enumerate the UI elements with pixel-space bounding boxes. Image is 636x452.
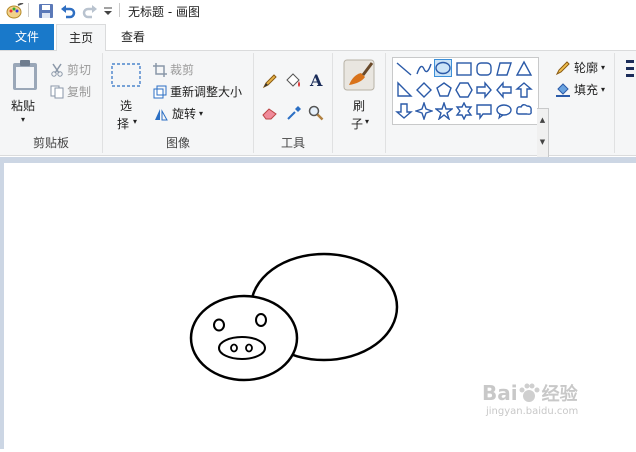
crop-icon: [153, 62, 167, 77]
paste-dropdown-icon[interactable]: ▾: [21, 115, 25, 124]
paste-button[interactable]: 粘贴 ▾: [6, 57, 44, 129]
paint-app-icon[interactable]: [6, 3, 24, 19]
fill-icon: [556, 82, 570, 97]
cut-button[interactable]: 剪切: [50, 61, 91, 78]
text-tool-glyph: A: [309, 72, 323, 88]
rotate-dropdown-icon[interactable]: ▾: [199, 109, 203, 118]
shape-cloud-callout-icon[interactable]: [515, 102, 533, 120]
title-bar: 无标题 - 画图: [0, 0, 636, 22]
size-icon[interactable]: [626, 57, 634, 83]
undo-icon[interactable]: [60, 3, 76, 19]
shape-rectangle-icon[interactable]: [455, 60, 473, 78]
tools-group-label: 工具: [280, 136, 305, 150]
selection-rect-icon: [111, 63, 141, 87]
shape-oval-icon[interactable]: [434, 59, 452, 77]
brushes-label-2: 子: [351, 117, 364, 131]
shape-oval-callout-icon[interactable]: [495, 102, 513, 120]
fill-dropdown-icon[interactable]: ▾: [601, 85, 605, 94]
shapes-scroll-up-icon[interactable]: ▲: [537, 109, 548, 131]
resize-button[interactable]: 重新调整大小: [153, 83, 242, 100]
watermark-brand: Bai: [482, 381, 518, 405]
scissors-icon: [51, 63, 63, 77]
clipboard-group-label: 剪贴板: [32, 136, 69, 150]
color-picker-icon[interactable]: [286, 105, 302, 121]
shape-up-arrow-icon[interactable]: [515, 81, 533, 99]
cut-label: 剪切: [67, 63, 92, 77]
tab-home[interactable]: 主页: [56, 24, 106, 51]
outline-label: 轮廓: [574, 61, 599, 75]
shapes-gallery: [392, 57, 539, 125]
ribbon-tabs: 文件 主页 查看: [0, 24, 636, 51]
baidu-watermark: Bai 经验 jingyan.baidu.com: [482, 380, 578, 417]
fill-button[interactable]: 填充 ▾: [555, 81, 605, 98]
shapes-scroll-down-icon[interactable]: ▼: [537, 131, 548, 153]
shape-rect-callout-icon[interactable]: [475, 102, 493, 120]
text-tool-icon[interactable]: A: [308, 72, 324, 88]
ribbon: 粘贴 ▾ 剪切 复制 剪贴板 选 择 ▾ 裁剪 重新调整大小 旋转 ▾ 图像 A…: [0, 51, 636, 205]
shape-hexagon-icon[interactable]: [455, 81, 473, 99]
shape-diamond-icon[interactable]: [415, 81, 433, 99]
shape-triangle-icon[interactable]: [515, 60, 533, 78]
select-button[interactable]: 选 择 ▾: [109, 59, 143, 131]
rotate-label: 旋转: [172, 107, 197, 121]
shape-curve-icon[interactable]: [415, 60, 433, 78]
shape-rounded-rectangle-icon[interactable]: [475, 60, 493, 78]
shape-line-icon[interactable]: [395, 60, 413, 78]
select-dropdown-icon[interactable]: ▾: [133, 117, 137, 126]
redo-icon[interactable]: [82, 3, 98, 19]
shape-right-arrow-icon[interactable]: [475, 81, 493, 99]
save-icon[interactable]: [38, 3, 54, 19]
magnifier-icon[interactable]: [308, 105, 324, 121]
group-image: 选 择 ▾ 裁剪 重新调整大小 旋转 ▾ 图像: [103, 53, 254, 153]
shape-four-point-star-icon[interactable]: [415, 102, 433, 120]
group-clipboard: 粘贴 ▾ 剪切 复制 剪贴板: [0, 53, 103, 153]
outline-pen-icon: [555, 60, 570, 75]
group-brushes: 刷 子 ▾: [333, 53, 386, 153]
rotate-icon: [155, 108, 168, 120]
crop-label: 裁剪: [170, 63, 195, 77]
watermark-url: jingyan.baidu.com: [486, 406, 579, 417]
tab-file[interactable]: 文件: [0, 24, 54, 50]
shape-pentagon-icon[interactable]: [435, 81, 453, 99]
crop-button[interactable]: 裁剪: [153, 61, 194, 78]
rotate-button[interactable]: 旋转 ▾: [153, 105, 203, 122]
shape-polygon-icon[interactable]: [495, 60, 513, 78]
qa-separator-2: [119, 3, 120, 17]
watermark-brand-2: 经验: [541, 384, 578, 405]
shape-right-triangle-icon[interactable]: [395, 81, 413, 99]
tab-view[interactable]: 查看: [112, 24, 154, 50]
window-title: 无标题 - 画图: [128, 5, 200, 19]
fill-label: 填充: [574, 83, 599, 97]
eraser-icon[interactable]: [262, 105, 278, 121]
customize-toolbar-icon[interactable]: [103, 3, 113, 19]
copy-button[interactable]: 复制: [50, 83, 91, 100]
fill-bucket-icon[interactable]: [284, 73, 302, 89]
pencil-icon[interactable]: [262, 73, 278, 89]
outline-dropdown-icon[interactable]: ▾: [601, 63, 605, 72]
outline-button[interactable]: 轮廓 ▾: [555, 59, 605, 76]
resize-icon: [153, 85, 167, 98]
shape-down-arrow-icon[interactable]: [395, 102, 413, 120]
clipboard-icon: [13, 60, 37, 90]
qa-separator: [28, 3, 29, 17]
shape-left-arrow-icon[interactable]: [495, 81, 513, 99]
brushes-label-1: 刷: [353, 99, 366, 113]
brushes-button[interactable]: 刷 子 ▾: [339, 59, 379, 131]
copy-icon: [50, 85, 64, 98]
group-tools: A 工具: [254, 53, 333, 153]
shape-six-point-star-icon[interactable]: [455, 102, 473, 120]
copy-label: 复制: [67, 85, 92, 99]
brush-icon: [343, 59, 375, 91]
select-label-2: 择: [117, 117, 130, 131]
image-group-label: 图像: [165, 136, 190, 150]
shape-five-point-star-icon[interactable]: [435, 102, 453, 120]
brushes-dropdown-icon[interactable]: ▾: [365, 117, 369, 126]
paw-icon: [519, 383, 540, 402]
paste-label: 粘贴: [11, 99, 36, 113]
resize-label: 重新调整大小: [170, 85, 243, 99]
select-label-1: 选: [120, 99, 133, 113]
